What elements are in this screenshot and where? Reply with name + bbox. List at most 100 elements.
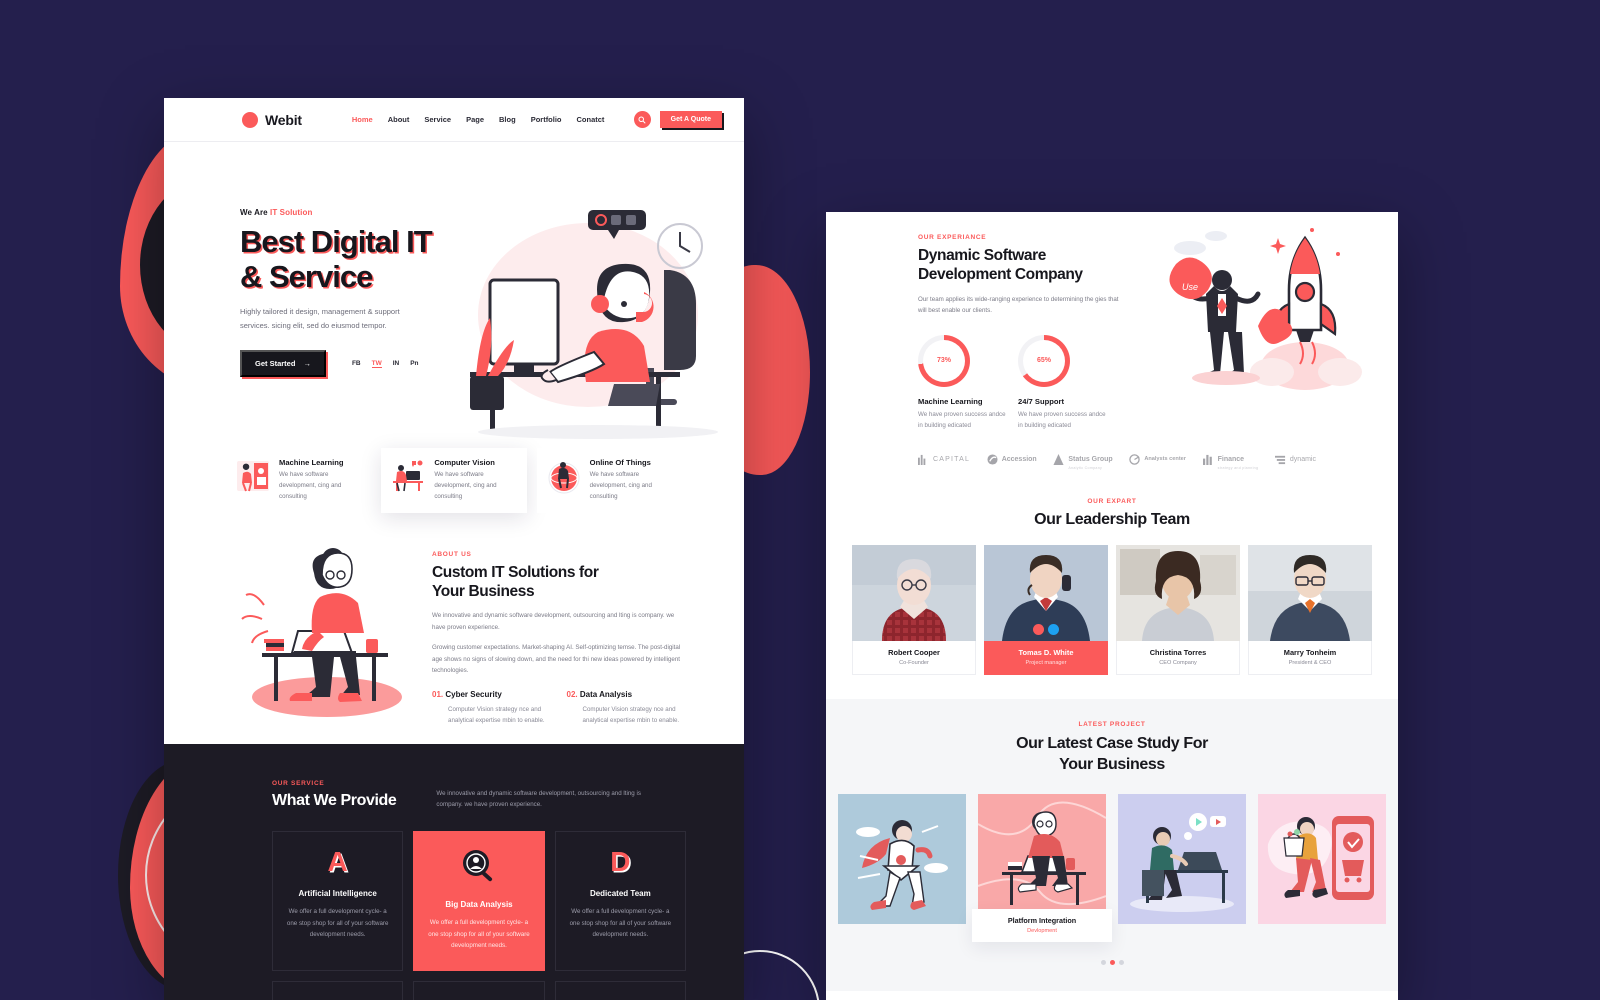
partner-name: Accession <box>1001 455 1037 463</box>
partner-sub: strategy and planning <box>1217 466 1259 470</box>
about-text: ABOUT US Custom IT Solutions for Your Bu… <box>432 535 686 726</box>
feature-title: Online Of Things <box>589 458 651 467</box>
nav-item-contact[interactable]: Conatct <box>577 115 605 124</box>
feature-card-online-of-things[interactable]: Online Of Things We have software develo… <box>536 448 682 513</box>
service-card-dedicated-team[interactable]: D Dedicated Team We offer a full develop… <box>554 830 686 972</box>
partner-logo-analysts-center: Analysts center <box>1129 453 1186 465</box>
service-card-title: Big Data Analysis <box>445 899 513 909</box>
partner-name: CAPITAL <box>933 455 971 463</box>
homepage-mockup: Webit Home About Service Page Blog Portf… <box>164 98 744 1000</box>
carousel-dot-1[interactable] <box>1100 959 1106 965</box>
computer-vision-icon <box>390 458 426 494</box>
member-caption: Robert Cooper Co-Founder <box>852 641 976 675</box>
nav-item-home[interactable]: Home <box>352 115 373 124</box>
hero-title-line1: Best Digital IT <box>240 224 433 259</box>
team-member-marry-tonheim[interactable]: Marry Tonheim President & CEO <box>1248 545 1372 675</box>
about-section: ABOUT US Custom IT Solutions for Your Bu… <box>164 513 744 726</box>
service-card-artificial-intelligence[interactable]: A Artificial Intelligence We offer a ful… <box>272 830 404 972</box>
carousel-dots[interactable] <box>826 959 1398 965</box>
partner-name: dynamic <box>1289 455 1316 463</box>
progress-ring: 65% <box>1018 334 1070 387</box>
service-letter: D <box>610 845 631 877</box>
twitter-icon[interactable] <box>1048 624 1059 635</box>
about-column-heading: 02. Data Analysis <box>567 690 687 699</box>
service-heading: OUR SERVICE What We Provide <box>272 780 397 810</box>
case-subtitle: Devlopment <box>1027 927 1057 934</box>
feature-card-text: Machine Learning We have software develo… <box>279 458 362 503</box>
member-caption: Tomas D. White Project manager <box>984 641 1108 675</box>
about-column-desc: Computer Vision strategy nce and analyti… <box>582 705 680 724</box>
member-role: President & CEO <box>1288 660 1332 666</box>
case-study-cards: Platform Integration Devlopment <box>826 793 1398 942</box>
partner-logo-finance: Finance strategy and planning <box>1202 448 1259 470</box>
nav-item-about[interactable]: About <box>388 115 410 124</box>
magnifier-data-icon <box>426 848 531 887</box>
social-link-in[interactable]: IN <box>393 360 400 368</box>
carousel-dot-2[interactable] <box>1109 959 1115 965</box>
member-name: Robert Cooper <box>888 648 940 657</box>
service-card-uiux-design[interactable]: U UIUX Design We offer a full developmen… <box>554 981 686 1000</box>
stat-title: Machine Learning <box>918 396 983 406</box>
service-card-title: Dedicated Team <box>589 888 651 898</box>
woman-mobile-shopping-illustration <box>1267 815 1374 900</box>
member-name: Tomas D. White <box>1018 648 1074 657</box>
arrow-up-icon <box>1053 453 1064 465</box>
hero-title-line2: & Service <box>240 258 373 294</box>
main-nav: Home About Service Page Blog Portfolio C… <box>352 115 605 124</box>
avatar <box>1248 545 1372 641</box>
service-card-desc: We offer a full development cycle- a one… <box>428 918 530 950</box>
about-column-desc: Computer Vision strategy nce and analyti… <box>448 705 545 724</box>
case-card-media[interactable] <box>1118 793 1246 924</box>
about-illustration <box>222 535 422 725</box>
social-link-pn[interactable]: Pn <box>410 360 418 368</box>
social-link-tw[interactable]: TW <box>371 360 382 368</box>
partner-text: Status Group Analytic Company <box>1068 448 1112 470</box>
partner-logos: CAPITAL Accession Status Group Analytic … <box>826 432 1398 470</box>
service-card-online-service[interactable]: O Online Service We offer a full develop… <box>272 981 404 1000</box>
social-popover[interactable] <box>1033 624 1059 635</box>
online-of-things-icon <box>546 458 582 494</box>
team-title: Our Leadership Team <box>1034 511 1190 528</box>
about-column-data-analysis: 02. Data Analysis Computer Vision strate… <box>567 690 687 726</box>
team-member-robert-cooper[interactable]: Robert Cooper Co-Founder <box>852 545 976 675</box>
nav-item-blog[interactable]: Blog <box>499 115 516 124</box>
case-caption: Platform Integration Devlopment <box>972 908 1112 942</box>
team-members: Robert Cooper Co-Founder Tomas D. White … <box>826 545 1398 675</box>
superhero-mail-illustration <box>856 819 948 910</box>
about-paragraph-2: Growing customer expectations. Market-sh… <box>432 644 681 675</box>
social-link-fb[interactable]: FB <box>352 360 361 368</box>
about-paragraph-1: We innovative and dynamic software devel… <box>432 612 675 631</box>
team-member-tomas-white[interactable]: Tomas D. White Project manager <box>984 545 1108 675</box>
experience-title-line2: Development Company <box>918 266 1083 284</box>
search-icon[interactable] <box>633 111 651 128</box>
member-role: Co-Founder <box>899 660 929 666</box>
nav-item-service[interactable]: Service <box>424 115 451 124</box>
nav-item-page[interactable]: Page <box>466 115 484 124</box>
get-a-quote-button[interactable]: Get A Quote <box>659 111 722 128</box>
partner-name: Status Group <box>1068 456 1113 463</box>
case-card-superhero[interactable] <box>838 793 966 924</box>
case-card-shopping[interactable] <box>1258 793 1386 924</box>
about-column-number: 02. <box>566 689 578 699</box>
nav-item-portfolio[interactable]: Portfolio <box>531 115 562 124</box>
about-column-title: Cyber Security <box>445 689 502 699</box>
service-card-big-data-analysis[interactable]: Big Data Analysis We offer a full develo… <box>413 830 545 972</box>
feature-card-computer-vision[interactable]: Computer Vision We have software develop… <box>381 448 527 513</box>
get-started-button[interactable]: Get Started → <box>240 350 326 378</box>
service-heading-row: OUR SERVICE What We Provide We innovativ… <box>272 780 686 811</box>
feature-card-machine-learning[interactable]: Machine Learning We have software develo… <box>226 448 372 513</box>
carousel-dot-3[interactable] <box>1118 959 1124 965</box>
stacked-lines-icon <box>1274 455 1285 464</box>
partner-sub: Analytic Company <box>1068 466 1103 470</box>
service-card-mobile-development[interactable]: M Mobile Development We offer a full dev… <box>413 981 545 1000</box>
instagram-icon[interactable] <box>1033 624 1044 635</box>
case-card-platform-integration[interactable]: Platform Integration Devlopment <box>972 793 1112 942</box>
swirl-icon <box>987 453 998 465</box>
header-actions: Get A Quote <box>633 111 722 128</box>
avatar <box>984 545 1108 641</box>
stat-percent: 65% <box>1036 357 1051 365</box>
case-study-title: Our Latest Case Study For Your Business <box>826 734 1398 776</box>
brand-logo[interactable]: Webit <box>242 111 302 128</box>
team-member-christina-torres[interactable]: Christina Torres CEO Company <box>1116 545 1240 675</box>
hero-eyebrow-accent: IT Solution <box>270 208 313 217</box>
